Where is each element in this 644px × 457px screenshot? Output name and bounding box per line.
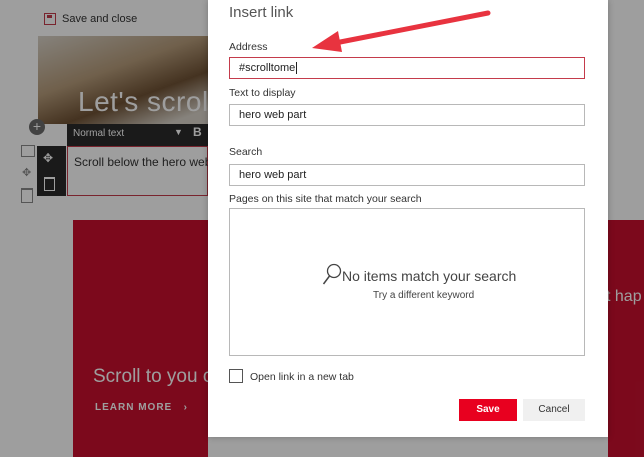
save-button[interactable]: Save <box>459 399 517 421</box>
try-different-keyword: Try a different keyword <box>373 290 475 301</box>
address-input[interactable]: #scrolltome <box>229 57 585 79</box>
annotation-arrow <box>312 10 491 52</box>
pages-match-label: Pages on this site that match your searc… <box>229 193 422 205</box>
text-caret <box>296 62 298 75</box>
open-in-new-tab-checkbox[interactable] <box>229 369 243 383</box>
address-label: Address <box>229 41 268 53</box>
no-items-message: No items match your search <box>342 268 517 284</box>
search-results-list[interactable]: No items match your search Try a differe… <box>229 208 585 356</box>
search-input[interactable]: hero web part <box>229 164 585 186</box>
address-value: #scrolltome <box>239 62 296 74</box>
open-in-new-tab-label[interactable]: Open link in a new tab <box>250 371 354 383</box>
search-icon <box>322 263 342 285</box>
insert-link-dialog: Insert link Address #scrolltome Text to … <box>208 0 608 437</box>
cancel-button[interactable]: Cancel <box>523 399 585 421</box>
text-to-display-input[interactable]: hero web part <box>229 104 585 126</box>
text-to-display-label: Text to display <box>229 87 296 99</box>
dialog-title: Insert link <box>229 4 294 21</box>
search-label: Search <box>229 146 263 158</box>
